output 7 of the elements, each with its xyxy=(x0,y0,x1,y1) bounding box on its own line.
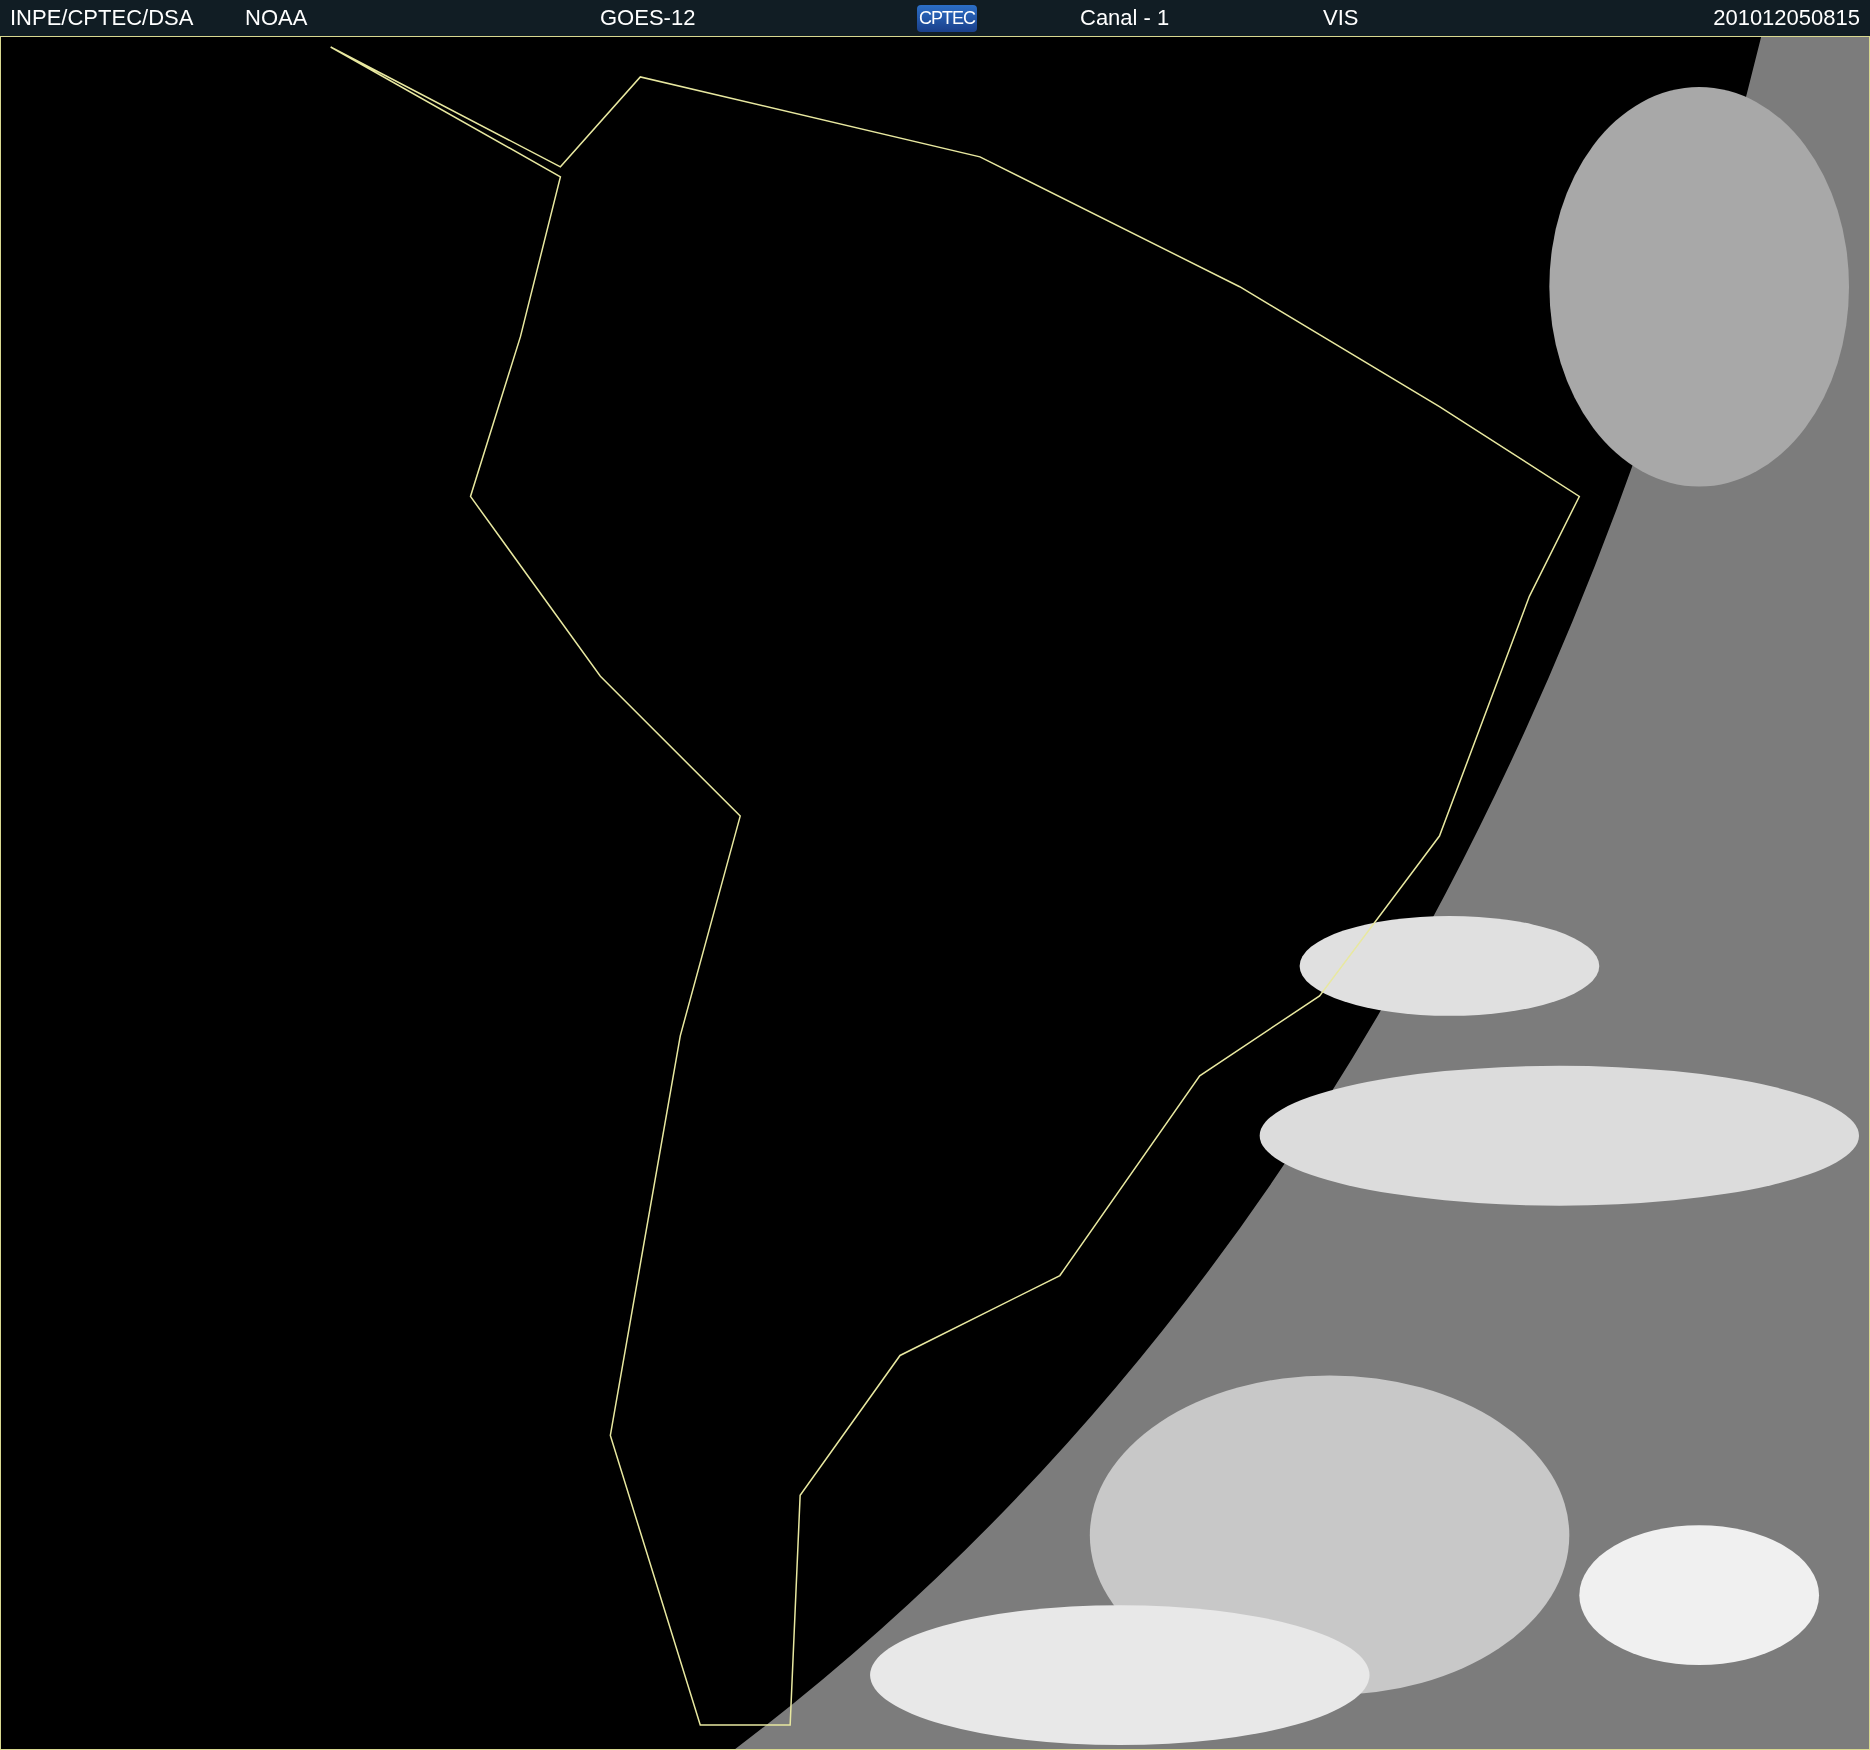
header-label: Canal - 1 xyxy=(1080,5,1170,30)
header-label: VIS xyxy=(1323,5,1359,30)
header-label: NOAA xyxy=(245,5,308,30)
header-label: INPE/CPTEC/DSA xyxy=(10,5,194,30)
timestamp: 201012050815 xyxy=(1713,5,1860,30)
logo: CPTEC xyxy=(917,5,977,32)
header-label: GOES-12 xyxy=(600,5,696,30)
